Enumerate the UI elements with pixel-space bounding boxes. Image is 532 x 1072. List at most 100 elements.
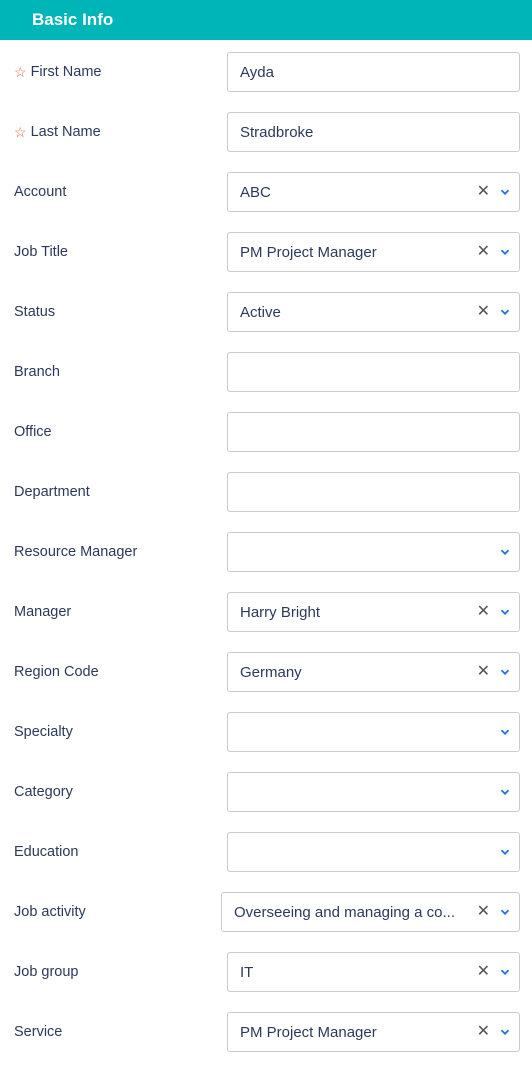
field-icons: ✕ [477,664,512,680]
field-label-text: Office [14,424,52,440]
field-icons [498,545,512,559]
field-label: Service [12,1024,227,1040]
field-value: Active [240,304,455,321]
text-input[interactable]: Ayda [227,52,520,92]
clear-icon[interactable]: ✕ [477,184,490,200]
field-label: Manager [12,604,227,620]
clear-icon[interactable]: ✕ [477,304,490,320]
select-input[interactable]: Overseeing and managing a co... [221,892,520,932]
field-label-text: Job group [14,964,79,980]
field-icons [498,845,512,859]
field-label: ☆First Name [12,64,227,80]
form-row: Region Code Germany✕ [12,652,520,692]
field-icons: ✕ [477,184,512,200]
field-value: Ayda [240,64,507,81]
select-input[interactable] [227,532,520,572]
field-icons: ✕ [477,304,512,320]
field-wrapper [227,832,520,872]
text-input[interactable]: Stradbroke [227,112,520,152]
field-label: Job Title [12,244,227,260]
field-label: Status [12,304,227,320]
chevron-down-icon[interactable] [498,305,512,319]
field-wrapper: PM Project Manager ✕ [227,1012,520,1052]
field-wrapper [227,532,520,572]
text-input[interactable] [227,352,520,392]
form-row: Status Active ✕ [12,292,520,332]
field-label-text: Job activity [14,904,86,920]
field-label-text: Manager [14,604,71,620]
field-label-text: Department [14,484,90,500]
clear-icon[interactable]: ✕ [477,964,490,980]
field-label-text: Specialty [14,724,73,740]
form-row: Job Title PM Project Manager ✕ [12,232,520,272]
clear-icon[interactable]: ✕ [477,904,490,920]
clear-icon[interactable]: ✕ [477,664,490,680]
field-label-text: Category [14,784,73,800]
form-row: Job groupIT✕ [12,952,520,992]
field-value: Harry Bright [240,604,455,621]
chevron-down-icon[interactable] [498,545,512,559]
select-input[interactable] [227,832,520,872]
field-icons [498,725,512,739]
field-icons: ✕ [477,604,512,620]
chevron-down-icon[interactable] [498,185,512,199]
field-label-text: Status [14,304,55,320]
form-row: Branch [12,352,520,392]
chevron-down-icon[interactable] [498,1025,512,1039]
field-label: Category [12,784,227,800]
field-wrapper [227,772,520,812]
field-wrapper: Germany✕ [227,652,520,692]
field-label: Specialty [12,724,227,740]
form-row: Account ABC ✕ [12,172,520,212]
chevron-down-icon[interactable] [498,785,512,799]
clear-icon[interactable]: ✕ [477,604,490,620]
field-label-text: Job Title [14,244,68,260]
field-wrapper [227,352,520,392]
field-value: PM Project Manager [240,1024,455,1041]
select-input[interactable] [227,772,520,812]
chevron-down-icon[interactable] [498,245,512,259]
field-label: Job activity [12,904,221,920]
field-label-text: Resource Manager [14,544,137,560]
form-row: Education [12,832,520,872]
section-title: Basic Info [32,10,113,29]
field-label-text: Last Name [31,124,101,140]
field-label: Resource Manager [12,544,227,560]
field-label-text: First Name [31,64,102,80]
field-value: ABC [240,184,455,201]
chevron-down-icon[interactable] [498,665,512,679]
field-label: Office [12,424,227,440]
chevron-down-icon[interactable] [498,605,512,619]
chevron-down-icon[interactable] [498,905,512,919]
field-icons: ✕ [477,904,512,920]
field-wrapper: Overseeing and managing a co...✕ [221,892,520,932]
select-input[interactable] [227,712,520,752]
field-label-text: Service [14,1024,62,1040]
field-label: Branch [12,364,227,380]
form-row: Job activity Overseeing and managing a co… [12,892,520,932]
clear-icon[interactable]: ✕ [477,244,490,260]
field-icons: ✕ [477,1024,512,1040]
field-icons: ✕ [477,964,512,980]
field-label: Department [12,484,227,500]
clear-icon[interactable]: ✕ [477,1024,490,1040]
form-row: Office [12,412,520,452]
chevron-down-icon[interactable] [498,845,512,859]
field-label: Job group [12,964,227,980]
field-label: Account [12,184,227,200]
text-input[interactable] [227,412,520,452]
chevron-down-icon[interactable] [498,965,512,979]
field-wrapper: PM Project Manager ✕ [227,232,520,272]
chevron-down-icon[interactable] [498,725,512,739]
field-label-text: Education [14,844,79,860]
text-input[interactable] [227,472,520,512]
field-wrapper: Active ✕ [227,292,520,332]
form-row: Resource Manager [12,532,520,572]
form-row: ☆Last NameStradbroke [12,112,520,152]
form-row: Department [12,472,520,512]
field-wrapper [227,712,520,752]
form-row: Service PM Project Manager ✕ [12,1012,520,1052]
field-value: PM Project Manager [240,244,455,261]
form-row: ☆First Name Ayda [12,52,520,92]
field-label-text: Region Code [14,664,99,680]
